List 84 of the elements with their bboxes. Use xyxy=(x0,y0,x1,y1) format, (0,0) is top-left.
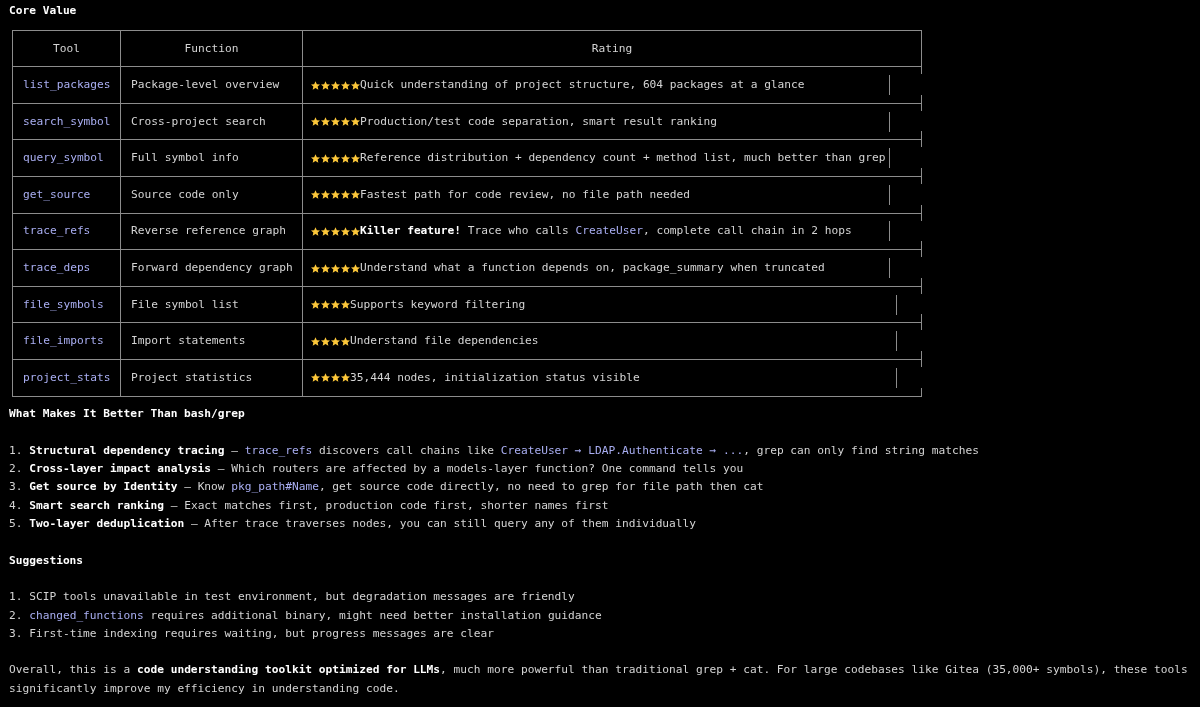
star-icon xyxy=(331,153,340,163)
star-icon xyxy=(321,263,330,273)
column-header: Tool xyxy=(53,40,80,57)
star-icon xyxy=(351,80,360,90)
star-icon xyxy=(311,117,320,127)
star-icon xyxy=(321,226,330,236)
star-icon xyxy=(321,117,330,127)
rating-description: Production/test code separation, smart result ranking xyxy=(360,113,717,130)
star-icon xyxy=(311,80,320,90)
function-description: Project statistics xyxy=(131,369,253,386)
rating-description: Killer feature! Trace who calls CreateUser, complete call chain in 2 hops xyxy=(360,223,852,240)
star-icon xyxy=(311,336,320,346)
star-icon xyxy=(341,190,350,200)
star-icon xyxy=(351,117,360,127)
function-description: File symbol list xyxy=(131,296,239,313)
star-icon xyxy=(321,153,330,163)
star-icon xyxy=(331,80,340,90)
tool-name: project_stats xyxy=(23,369,111,386)
star-icon xyxy=(341,153,350,163)
list-item: 3. Get source by Identity – Know pkg_path#Name, get source code directly, no need to grep for file path then cat xyxy=(9,479,764,496)
tool-name: search_symbol xyxy=(23,113,111,130)
column-header: Rating xyxy=(591,40,633,57)
list-item: 2. Cross-layer impact analysis – Which routers are affected by a models-layer function? One command tells you xyxy=(9,461,744,478)
star-icon xyxy=(321,190,330,200)
star-icon xyxy=(341,373,350,383)
function-description: Full symbol info xyxy=(131,150,239,167)
rating-description: Fastest path for code review, no file path needed xyxy=(360,186,691,203)
function-description: Cross-project search xyxy=(131,113,266,130)
rating-description: Supports keyword filtering xyxy=(350,296,526,313)
rating-description: 35,444 nodes, initialization status visible xyxy=(350,369,640,386)
function-description: Package-level overview xyxy=(131,76,280,93)
star-icon xyxy=(341,226,350,236)
list-item: 3. First-time indexing requires waiting, but progress messages are clear xyxy=(9,625,494,642)
star-icon xyxy=(351,190,360,200)
star-icon xyxy=(331,190,340,200)
tool-name: trace_deps xyxy=(23,259,91,276)
tool-name: file_symbols xyxy=(23,296,104,313)
star-icon xyxy=(311,226,320,236)
star-icon xyxy=(311,190,320,200)
star-icon xyxy=(331,373,340,383)
tool-name: list_packages xyxy=(23,76,111,93)
section-heading: Core Value xyxy=(9,3,77,19)
star-icon xyxy=(351,226,360,236)
column-header: Function xyxy=(184,40,239,57)
star-icon xyxy=(341,336,350,346)
list-item: 4. Smart search ranking – Exact matches first, production code first, shorter names first xyxy=(9,497,609,514)
star-icon xyxy=(341,117,350,127)
section-heading: Suggestions xyxy=(9,552,84,569)
list-item: 5. Two-layer deduplication – After trace traverses nodes, you can still query any of them individually xyxy=(9,516,697,532)
star-icon xyxy=(341,300,350,310)
rating-description: Reference distribution + dependency count + method list, much better than grep xyxy=(360,150,886,167)
star-icon xyxy=(311,300,320,310)
section-heading: What Makes It Better Than bash/grep xyxy=(9,406,245,423)
star-icon xyxy=(321,336,330,346)
tool-name: file_imports xyxy=(23,333,104,350)
star-icon xyxy=(331,263,340,273)
star-icon xyxy=(311,373,320,383)
tool-name: trace_refs xyxy=(23,223,91,240)
star-icon xyxy=(311,153,320,163)
list-item: 1. SCIP tools unavailable in test environment, but degradation messages are friendly xyxy=(9,589,575,606)
star-icon xyxy=(331,226,340,236)
star-icon xyxy=(341,263,350,273)
function-description: Reverse reference graph xyxy=(131,223,286,240)
star-icon xyxy=(331,336,340,346)
star-icon xyxy=(321,373,330,383)
tool-name: query_symbol xyxy=(23,150,104,167)
function-description: Source code only xyxy=(131,186,239,203)
list-item: 1. Structural dependency tracing – trace_refs discovers call chains like CreateUser → LDAP.Authenticate → ..., grep can only find string matches xyxy=(9,442,979,459)
list-item: 2. changed_functions requires additional binary, might need better installation guidance xyxy=(9,607,602,624)
star-icon xyxy=(311,263,320,273)
star-icon xyxy=(331,117,340,127)
rating-description: Understand file dependencies xyxy=(350,333,539,350)
function-description: Import statements xyxy=(131,333,246,350)
rating-description: Understand what a function depends on, package_summary when truncated xyxy=(360,259,825,276)
star-icon xyxy=(351,263,360,273)
star-icon xyxy=(341,80,350,90)
star-icon xyxy=(351,153,360,163)
summary-paragraph: Overall, this is a code understanding toolkit optimized for LLMs, much more powerful than traditional grep + cat. For large codebases like Gitea (35,000+ symbols), these tools significantly improve my efficiency in understanding code. xyxy=(9,662,1189,697)
tool-name: get_source xyxy=(23,186,91,203)
star-icon xyxy=(331,300,340,310)
rating-description: Quick understanding of project structure, 604 packages at a glance xyxy=(360,76,805,93)
function-description: Forward dependency graph xyxy=(131,259,293,276)
star-icon xyxy=(321,80,330,90)
star-icon xyxy=(321,300,330,310)
